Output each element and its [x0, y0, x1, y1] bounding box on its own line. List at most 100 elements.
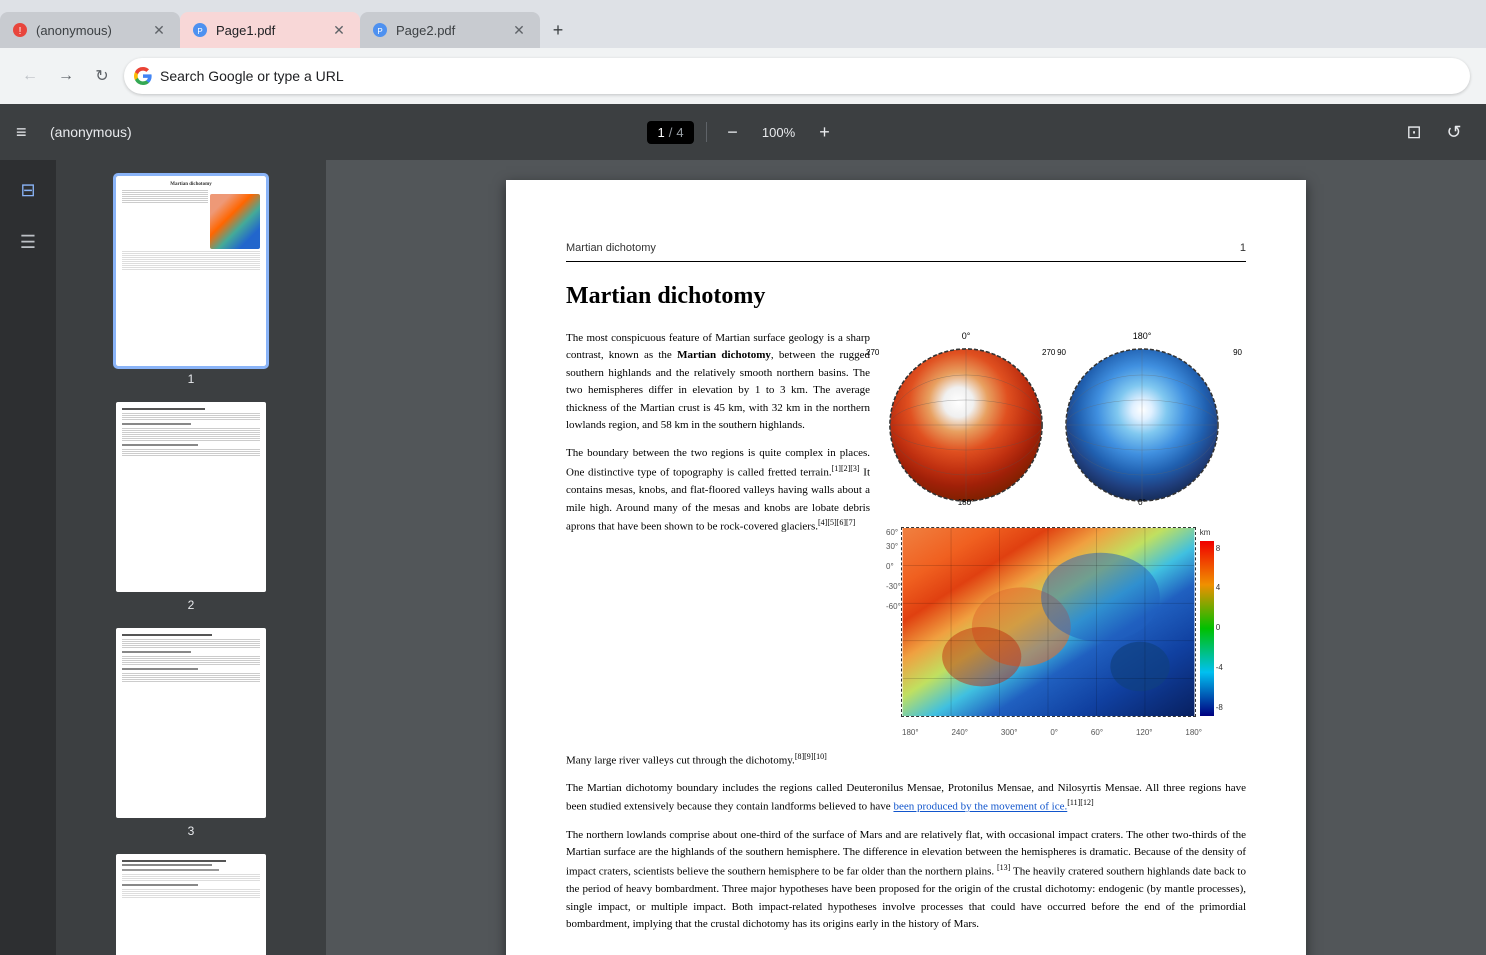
- thumbnail-4[interactable]: [116, 854, 266, 955]
- thumb-page-1[interactable]: Martian dichotomy: [116, 176, 266, 386]
- cb-label-0: 0: [1216, 622, 1223, 634]
- s-label-180: 180°: [958, 497, 975, 509]
- pdf-main-title: Martian dichotomy: [566, 278, 1246, 314]
- north-hemi-label-top: 180°: [1062, 330, 1222, 344]
- colorbar-labels: 8 4 0 -4 -8: [1216, 541, 1223, 716]
- thumb-page-4[interactable]: 4: [116, 854, 266, 955]
- topographic-map-section: 60° 30° 0° -30° -60°: [886, 527, 1246, 717]
- paragraph-2: The boundary between the two regions is …: [566, 445, 870, 536]
- thumbnail-1[interactable]: Martian dichotomy: [116, 176, 266, 366]
- toolbar-center: 1 / 4 − 100% +: [647, 118, 838, 146]
- fullscreen-button[interactable]: ⊡: [1398, 116, 1430, 148]
- north-hemi-svg: [1062, 345, 1222, 505]
- add-tab-button[interactable]: +: [544, 16, 572, 44]
- paragraph-1: The most conspicuous feature of Martian …: [566, 330, 870, 436]
- tab-page2[interactable]: P Page2.pdf ✕: [360, 12, 540, 48]
- topo-label-60: 60°: [886, 527, 901, 539]
- hemisphere-figures: 0°: [886, 330, 1246, 511]
- topo-label-n30: -30°: [886, 581, 901, 593]
- pdf-right-column: 0°: [886, 330, 1246, 739]
- page2-favicon: P: [372, 22, 388, 38]
- google-icon: [134, 67, 152, 85]
- toolbar-divider: [706, 122, 707, 142]
- address-input[interactable]: Search Google or type a URL: [124, 58, 1470, 94]
- outline-view-icon[interactable]: ☰: [10, 224, 46, 260]
- main-area: ≡ (anonymous) 1 / 4 − 100% + ⊡ ↺: [0, 104, 1486, 955]
- north-hemisphere-container: 180°: [1062, 330, 1222, 511]
- thumbnail-view-icon[interactable]: ⊟: [10, 172, 46, 208]
- anonymous-favicon: !: [12, 22, 28, 38]
- browser-frame: ! (anonymous) ✕ P Page1.pdf ✕ P: [0, 0, 1486, 955]
- lon-180b: 180°: [1185, 727, 1202, 739]
- thumb-page-2[interactable]: 2: [116, 402, 266, 612]
- ref-123: [1][2][3]: [832, 464, 860, 473]
- thumb-page-1-label: 1: [188, 372, 195, 386]
- ref-8910: [8][9][10]: [795, 752, 827, 761]
- lon-240: 240°: [951, 727, 968, 739]
- topo-label-30: 30°: [886, 541, 901, 553]
- pdf-header-title: Martian dichotomy: [566, 240, 656, 257]
- page-separator: /: [669, 125, 673, 140]
- pdf-columns-section: The most conspicuous feature of Martian …: [566, 330, 1246, 739]
- pdf-app-title: (anonymous): [50, 124, 132, 140]
- thumb-page-3[interactable]: 3: [116, 628, 266, 838]
- paragraph-3: Many large river valleys cut through the…: [566, 751, 1246, 770]
- viewer-section: ≡ (anonymous) 1 / 4 − 100% + ⊡ ↺: [0, 104, 1486, 955]
- page-indicator: 1 / 4: [647, 121, 693, 144]
- tab-page2-close[interactable]: ✕: [510, 21, 528, 39]
- current-page: 1: [657, 125, 664, 140]
- toolbar-icons: ⊡ ↺: [1398, 116, 1470, 148]
- ref-1112: [11][12]: [1067, 798, 1093, 807]
- pdf-left-column: The most conspicuous feature of Martian …: [566, 330, 870, 739]
- reload-button[interactable]: ↻: [88, 62, 116, 90]
- tab-bar: ! (anonymous) ✕ P Page1.pdf ✕ P: [0, 0, 1486, 48]
- zoom-out-button[interactable]: −: [719, 118, 747, 146]
- lon-120: 120°: [1136, 727, 1153, 739]
- forward-button[interactable]: →: [52, 62, 80, 90]
- topo-map-container: 60° 30° 0° -30° -60°: [886, 527, 901, 717]
- tab-page1[interactable]: P Page1.pdf ✕: [180, 12, 360, 48]
- pdf-toolbar: ≡ (anonymous) 1 / 4 − 100% + ⊡ ↺: [0, 104, 1486, 160]
- zoom-level: 100%: [759, 125, 799, 140]
- north-hemisphere: 270 90 0°: [1062, 345, 1222, 511]
- n-label-0: 0°: [1138, 497, 1146, 509]
- pdf-viewer-body: ⊟ ☰ Martian dichotomy: [0, 160, 1486, 955]
- south-hemisphere-container: 0°: [886, 330, 1046, 511]
- south-hemisphere: 270 90 180°: [886, 345, 1046, 511]
- paragraph-4: The Martian dichotomy boundary includes …: [566, 780, 1246, 817]
- cb-label-n4: -4: [1216, 662, 1223, 674]
- topo-map-svg: [901, 527, 1196, 717]
- link-ice[interactable]: been produced by the movement of ice.: [893, 801, 1067, 813]
- tab-page1-title: Page1.pdf: [216, 23, 322, 38]
- topo-label-0: 0°: [886, 561, 901, 573]
- tab-anonymous-close[interactable]: ✕: [150, 21, 168, 39]
- rotate-button[interactable]: ↺: [1438, 116, 1470, 148]
- back-button[interactable]: ←: [16, 62, 44, 90]
- colorbar-section: km: [1200, 527, 1223, 717]
- cb-label-4: 4: [1216, 582, 1223, 594]
- thumb-page-3-label: 3: [188, 824, 195, 838]
- ref-4567: [4][5][6][7]: [818, 518, 855, 527]
- colorbar-unit: km: [1200, 527, 1223, 539]
- n-label-90: 90: [1233, 347, 1242, 359]
- s-label-270: 270: [866, 347, 879, 359]
- pdf-figures: 0°: [886, 330, 1246, 739]
- zoom-in-button[interactable]: +: [811, 118, 839, 146]
- south-hemi-label-top: 0°: [886, 330, 1046, 344]
- pdf-page-header: Martian dichotomy 1: [566, 240, 1246, 262]
- thumbnail-3[interactable]: [116, 628, 266, 818]
- svg-text:!: !: [19, 26, 22, 37]
- paragraph-5: The northern lowlands comprise about one…: [566, 827, 1246, 934]
- bold-term: Martian dichotomy: [677, 349, 771, 361]
- colorbar-container: 8 4 0 -4 -8: [1200, 541, 1223, 716]
- lon-60: 60°: [1091, 727, 1103, 739]
- topo-bottom-labels: 180° 240° 300° 0° 60° 120° 180°: [886, 727, 1246, 739]
- thumbnail-2[interactable]: [116, 402, 266, 592]
- page1-favicon: P: [192, 22, 208, 38]
- tab-page1-close[interactable]: ✕: [330, 21, 348, 39]
- pdf-sidebar: Martian dichotomy: [56, 160, 326, 955]
- cb-label-n8: -8: [1216, 702, 1223, 714]
- tab-anonymous[interactable]: ! (anonymous) ✕: [0, 12, 180, 48]
- hamburger-menu[interactable]: ≡: [16, 122, 27, 143]
- tab-anonymous-title: (anonymous): [36, 23, 142, 38]
